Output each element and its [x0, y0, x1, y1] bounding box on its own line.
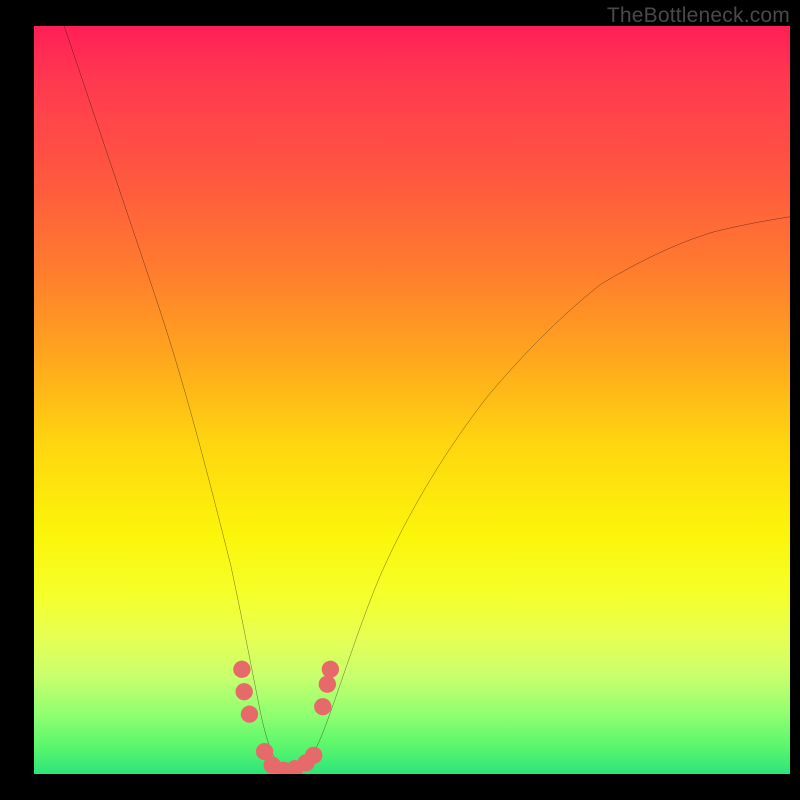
bottleneck-curve	[64, 26, 790, 774]
marker-dot	[319, 676, 336, 693]
chart-svg	[34, 26, 790, 774]
marker-dot	[235, 683, 252, 700]
marker-dot	[322, 661, 339, 678]
marker-dot	[314, 698, 331, 715]
marker-group	[233, 661, 339, 774]
plot-area	[34, 26, 790, 774]
chart-frame: TheBottleneck.com	[0, 0, 800, 800]
watermark-text: TheBottleneck.com	[607, 4, 790, 28]
marker-dot	[241, 706, 258, 723]
marker-dot	[305, 747, 322, 764]
marker-dot	[233, 661, 250, 678]
